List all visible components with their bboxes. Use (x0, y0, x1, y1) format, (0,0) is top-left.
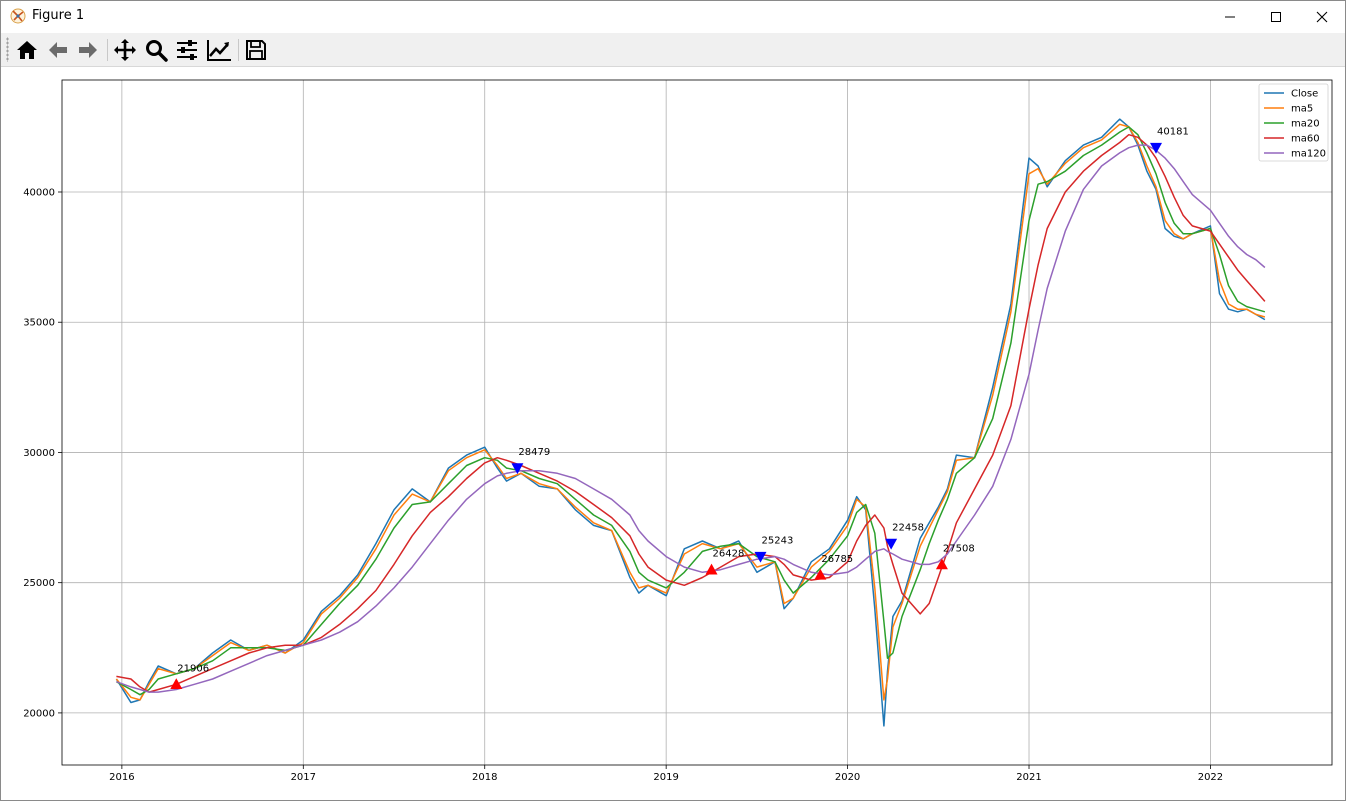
zoom-button[interactable] (142, 36, 170, 64)
annotation-label: 40181 (1157, 127, 1189, 138)
arrow-left-icon (49, 42, 67, 58)
forward-button[interactable] (74, 36, 102, 64)
y-tick-label: 35000 (23, 318, 55, 329)
legend-label-ma20: ma20 (1291, 119, 1320, 130)
x-tick-label: 2022 (1198, 772, 1223, 783)
x-tick-label: 2019 (653, 772, 678, 783)
legend-label-close: Close (1291, 89, 1318, 100)
x-tick-label: 2016 (109, 772, 134, 783)
annotation-label: 26428 (713, 549, 745, 560)
annotation-label: 25243 (762, 536, 794, 547)
pan-button[interactable] (111, 36, 139, 64)
line-chart-icon (207, 40, 231, 61)
sliders-icon (177, 40, 197, 60)
legend-label-ma120: ma120 (1291, 149, 1326, 160)
x-tick-label: 2020 (835, 772, 860, 783)
annotation-label: 21906 (177, 663, 209, 674)
save-button[interactable] (242, 36, 270, 64)
annotation-label: 27508 (943, 543, 975, 554)
annotation-label: 22458 (892, 523, 924, 534)
move-icon (114, 39, 136, 61)
home-button[interactable] (13, 36, 41, 64)
figure-canvas[interactable]: 2016 2017 2018 2019 2020 2021 2022 20000 25000 30… (1, 67, 1345, 800)
annotation-label: 26785 (821, 554, 853, 565)
home-icon (17, 41, 37, 59)
x-tick-label: 2017 (291, 772, 316, 783)
legend-label-ma60: ma60 (1291, 134, 1320, 145)
arrow-right-icon (79, 42, 97, 58)
x-tick-label: 2021 (1016, 772, 1041, 783)
close-icon (1316, 11, 1328, 22)
toolbar-grip[interactable] (6, 37, 9, 62)
configure-subplots-button[interactable] (173, 36, 201, 64)
figure-window: Figure 1 2016 2017 2018 2019 2020 2021 2… (0, 0, 1346, 801)
magnifier-icon (146, 40, 168, 62)
minimize-button[interactable] (1207, 1, 1253, 32)
y-tick-label: 25000 (23, 578, 55, 589)
x-tick-label: 2018 (472, 772, 497, 783)
legend-label-ma5: ma5 (1291, 104, 1313, 115)
toolbar-separator (238, 39, 239, 61)
matplotlib-app-icon (10, 8, 26, 24)
edit-axis-button[interactable] (205, 36, 233, 64)
maximize-button[interactable] (1253, 1, 1299, 32)
close-button[interactable] (1299, 1, 1345, 32)
y-tick-label: 40000 (23, 187, 55, 198)
toolbar-separator (107, 39, 108, 61)
annotation-label: 28479 (518, 447, 550, 458)
title-bar: Figure 1 (1, 1, 1345, 32)
line-chart[interactable]: 2016 2017 2018 2019 2020 2021 2022 20000 25000 30… (1, 67, 1345, 800)
window-title: Figure 1 (32, 8, 85, 23)
maximize-icon (1271, 11, 1281, 22)
navigation-toolbar (1, 33, 1345, 67)
y-tick-label: 30000 (23, 448, 55, 459)
back-button[interactable] (44, 36, 72, 64)
y-tick-label: 20000 (23, 708, 55, 719)
minimize-icon (1225, 16, 1235, 17)
floppy-disk-icon (246, 40, 266, 60)
